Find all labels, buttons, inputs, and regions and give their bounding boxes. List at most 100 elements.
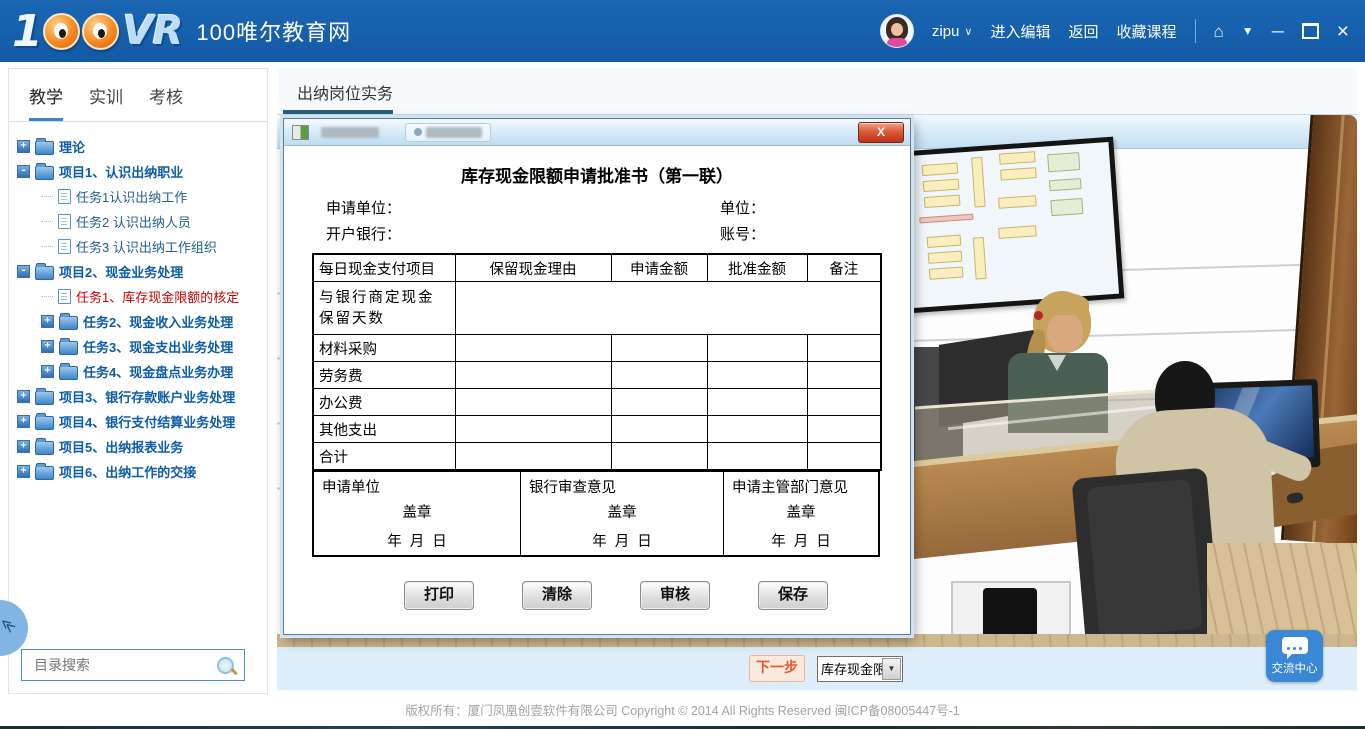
tab-training[interactable]: 实训 bbox=[89, 83, 123, 121]
tree-item-label: 项目1、认识出纳职业 bbox=[59, 162, 183, 181]
triangle-down-icon[interactable]: ▼ bbox=[1242, 25, 1254, 37]
input-cell[interactable] bbox=[455, 282, 881, 335]
blurred-title-tab bbox=[405, 123, 491, 142]
avatar1-face bbox=[1047, 313, 1083, 353]
favorite-course-button[interactable]: 收藏课程 bbox=[1117, 21, 1177, 42]
save-button[interactable]: 保存 bbox=[758, 581, 828, 610]
header-bar: 1 VR 100唯尔教育网 zipu ∨ 进入编辑 返回 收藏课程 ⌂ ▼ ─ bbox=[0, 0, 1365, 62]
flowchart-box bbox=[973, 237, 987, 280]
tree-item-task-selected[interactable]: 任务1、库存现金限额的核定 bbox=[41, 284, 263, 309]
tree-item-label: 任务4、现金盘点业务办理 bbox=[83, 362, 233, 381]
next-step-button[interactable]: 下一步 bbox=[749, 655, 805, 682]
avatar-face bbox=[891, 23, 903, 36]
tree-item-label: 任务1认识出纳工作 bbox=[76, 187, 187, 206]
signature-title: 申请单位 bbox=[322, 476, 512, 497]
select-arrow-icon[interactable]: ▼ bbox=[882, 658, 901, 680]
tree-connector bbox=[41, 196, 53, 197]
input-cell[interactable] bbox=[707, 389, 807, 416]
input-cell[interactable] bbox=[807, 416, 881, 443]
input-cell[interactable] bbox=[611, 443, 707, 471]
input-cell[interactable] bbox=[611, 389, 707, 416]
search-input[interactable] bbox=[32, 656, 217, 674]
tree-item-folder[interactable]: 任务3、现金支出业务处理 bbox=[41, 334, 263, 359]
expander-plus-icon[interactable] bbox=[41, 315, 54, 328]
dialog-close-button[interactable]: X bbox=[858, 122, 904, 143]
apply-unit-label: 申请单位： bbox=[326, 197, 401, 218]
input-cell[interactable] bbox=[455, 362, 611, 389]
file-icon bbox=[58, 189, 71, 204]
stamp-label: 盖章 bbox=[322, 501, 512, 522]
clear-button[interactable]: 清除 bbox=[522, 581, 592, 610]
table-row: 合计 bbox=[313, 443, 881, 471]
communication-center-button[interactable]: 交流中心 bbox=[1266, 630, 1323, 682]
tree-item-task[interactable]: 任务1认识出纳工作 bbox=[41, 184, 263, 209]
expander-plus-icon[interactable] bbox=[17, 415, 30, 428]
audit-button[interactable]: 审核 bbox=[640, 581, 710, 610]
form-info-row: 开户银行： 账号： bbox=[312, 223, 882, 249]
dialog-titlebar[interactable]: X bbox=[284, 119, 910, 146]
home-icon[interactable]: ⌂ bbox=[1214, 23, 1224, 40]
site-logo[interactable]: 1 VR bbox=[12, 6, 182, 57]
tree-connector bbox=[41, 246, 53, 247]
maximize-icon[interactable] bbox=[1302, 23, 1319, 39]
input-cell[interactable] bbox=[611, 362, 707, 389]
print-button[interactable]: 打印 bbox=[404, 581, 474, 610]
expander-plus-icon[interactable] bbox=[41, 340, 54, 353]
tree-connector bbox=[41, 221, 53, 222]
tree-item-label: 项目3、银行存款账户业务处理 bbox=[59, 387, 235, 406]
expander-minus-icon[interactable] bbox=[17, 265, 30, 278]
input-cell[interactable] bbox=[611, 335, 707, 362]
input-cell[interactable] bbox=[455, 335, 611, 362]
minimize-icon[interactable]: ─ bbox=[1272, 23, 1284, 40]
tree-item-task[interactable]: 任务2 认识出纳人员 bbox=[41, 209, 263, 234]
table-row: 其他支出 bbox=[313, 416, 881, 443]
input-cell[interactable] bbox=[807, 389, 881, 416]
flowchart-box bbox=[998, 195, 1037, 209]
username-menu[interactable]: zipu ∨ bbox=[932, 23, 973, 40]
input-cell[interactable] bbox=[455, 443, 611, 471]
dialog-button-row: 打印 清除 审核 保存 bbox=[404, 581, 882, 610]
tab-teaching[interactable]: 教学 bbox=[29, 83, 63, 121]
input-cell[interactable] bbox=[707, 443, 807, 471]
search-icon[interactable] bbox=[217, 657, 234, 674]
tab-underline bbox=[283, 110, 393, 114]
input-cell[interactable] bbox=[807, 335, 881, 362]
signature-table: 申请单位 盖章 年 月 日 银行审查意见 盖章 年 月 日 申请主管部门意见 盖… bbox=[312, 470, 880, 557]
username-label: zipu bbox=[932, 23, 960, 40]
tab-assessment[interactable]: 考核 bbox=[149, 83, 183, 121]
input-cell[interactable] bbox=[707, 335, 807, 362]
expander-minus-icon[interactable] bbox=[17, 165, 30, 178]
tree-item-folder[interactable]: 项目2、现金业务处理 bbox=[17, 259, 263, 284]
enter-edit-button[interactable]: 进入编辑 bbox=[990, 21, 1050, 42]
tree-item-folder[interactable]: 任务2、现金收入业务处理 bbox=[41, 309, 263, 334]
expander-plus-icon[interactable] bbox=[17, 390, 30, 403]
input-cell[interactable] bbox=[455, 416, 611, 443]
tree-item-folder[interactable]: 项目5、出纳报表业务 bbox=[17, 434, 263, 459]
back-button[interactable]: 返回 bbox=[1068, 21, 1098, 42]
expander-plus-icon[interactable] bbox=[17, 465, 30, 478]
tree-item-folder[interactable]: 项目3、银行存款账户业务处理 bbox=[17, 384, 263, 409]
input-cell[interactable] bbox=[707, 416, 807, 443]
input-cell[interactable] bbox=[807, 362, 881, 389]
tree-item-task[interactable]: 任务3 认识出纳工作组织 bbox=[41, 234, 263, 259]
input-cell[interactable] bbox=[611, 416, 707, 443]
tree-item-folder[interactable]: 项目1、认识出纳职业 bbox=[17, 159, 263, 184]
avatar-shirt bbox=[887, 38, 907, 47]
col-header: 批准金额 bbox=[707, 254, 807, 282]
tab-cashier-practice[interactable]: 出纳岗位实务 bbox=[297, 80, 393, 104]
input-cell[interactable] bbox=[455, 389, 611, 416]
tree-item-folder[interactable]: 项目4、银行支付结算业务处理 bbox=[17, 409, 263, 434]
user-avatar[interactable] bbox=[880, 14, 914, 48]
tree-item-folder[interactable]: 任务4、现金盘点业务办理 bbox=[41, 359, 263, 384]
flowchart-box bbox=[922, 163, 959, 176]
input-cell[interactable] bbox=[707, 362, 807, 389]
tree-item-folder[interactable]: 理论 bbox=[17, 134, 263, 159]
close-icon[interactable]: × bbox=[1337, 21, 1349, 42]
course-select[interactable]: 库存现金限 ▼ bbox=[817, 656, 903, 682]
input-cell[interactable] bbox=[807, 443, 881, 471]
expander-plus-icon[interactable] bbox=[17, 140, 30, 153]
col-header: 备注 bbox=[807, 254, 881, 282]
expander-plus-icon[interactable] bbox=[41, 365, 54, 378]
expander-plus-icon[interactable] bbox=[17, 440, 30, 453]
tree-item-folder[interactable]: 项目6、出纳工作的交接 bbox=[17, 459, 263, 484]
